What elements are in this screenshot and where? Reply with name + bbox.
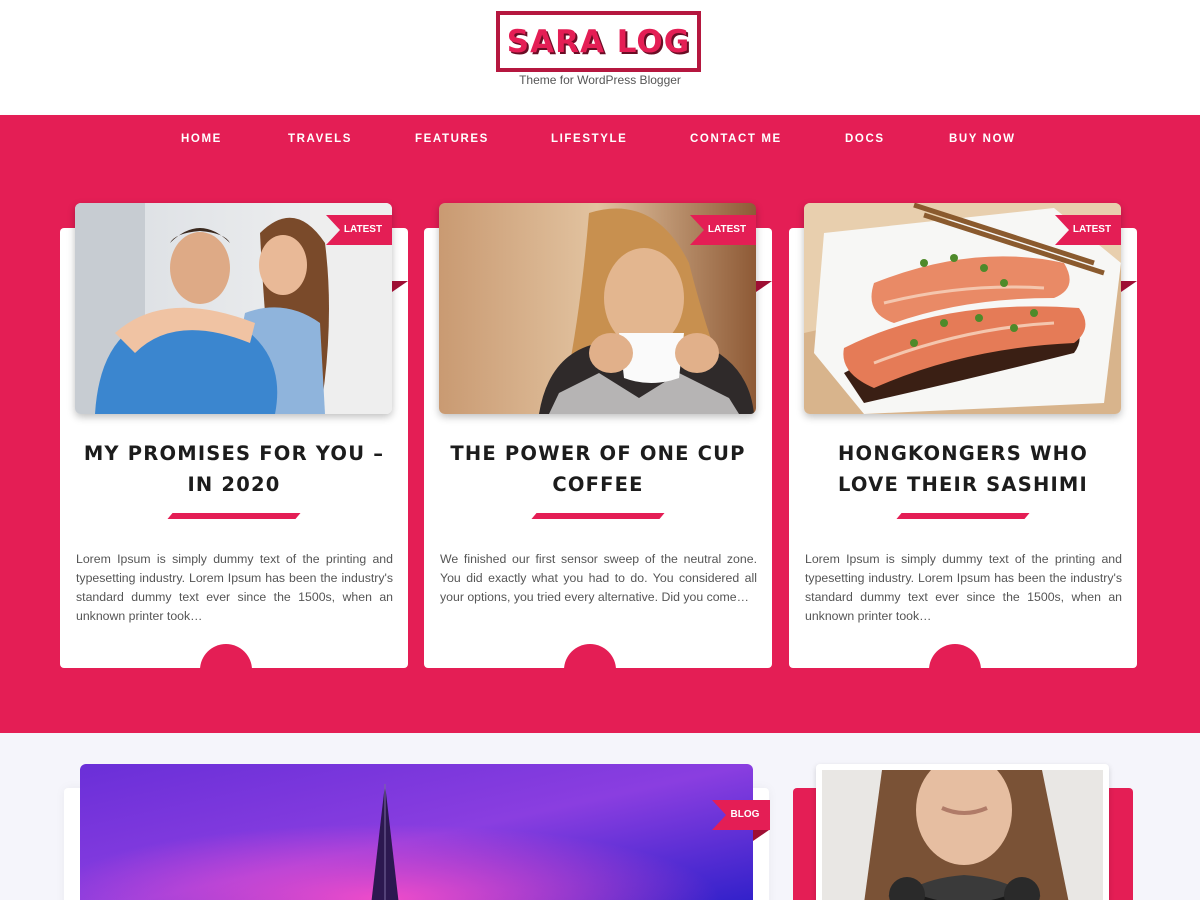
post-image-couple[interactable]: LATEST bbox=[75, 203, 392, 414]
sidebar-author-frame bbox=[816, 764, 1109, 900]
city-photo bbox=[80, 764, 753, 900]
logo-text[interactable]: SARA LOG bbox=[507, 24, 690, 60]
featured-card: LATEST HONGKONGERS WHO LOVE THEIR SASHIM… bbox=[789, 203, 1137, 696]
featured-card: LATEST THE POWER OF ONE CUP COFFEE We fi… bbox=[424, 203, 772, 696]
main-nav: HOME TRAVELS FEATURES LIFESTYLE CONTACT … bbox=[0, 115, 1200, 163]
title-divider bbox=[167, 513, 301, 519]
ribbon-fold bbox=[1121, 281, 1137, 292]
post-title[interactable]: HONGKONGERS WHO LOVE THEIR SASHIMI bbox=[807, 438, 1119, 500]
post-image-sashimi[interactable]: LATEST bbox=[804, 203, 1121, 414]
card-notch bbox=[929, 644, 981, 696]
post-title[interactable]: MY PROMISES FOR YOU – IN 2020 bbox=[78, 438, 390, 500]
sidebar-author-image[interactable] bbox=[822, 770, 1103, 900]
nav-item-docs[interactable]: DOCS bbox=[845, 115, 885, 163]
site-logo[interactable]: SARA LOG bbox=[496, 11, 701, 72]
nav-item-contact-me[interactable]: CONTACT ME bbox=[690, 115, 782, 163]
headphones-photo bbox=[822, 770, 1103, 900]
title-divider bbox=[531, 513, 665, 519]
post-title[interactable]: THE POWER OF ONE CUP COFFEE bbox=[442, 438, 754, 500]
ribbon-fold bbox=[392, 281, 408, 292]
post-image-coffee[interactable]: LATEST bbox=[439, 203, 756, 414]
card-notch bbox=[200, 644, 252, 696]
post-excerpt: We finished our first sensor sweep of th… bbox=[440, 552, 757, 604]
nav-item-travels[interactable]: TRAVELS bbox=[288, 115, 352, 163]
post-excerpt: Lorem Ipsum is simply dummy text of the … bbox=[76, 552, 393, 623]
site-tagline: Theme for WordPress Blogger bbox=[519, 73, 681, 87]
site-header: SARA LOG Theme for WordPress Blogger bbox=[0, 0, 1200, 115]
post-excerpt: Lorem Ipsum is simply dummy text of the … bbox=[805, 552, 1122, 623]
featured-card: LATEST MY PROMISES FOR YOU – IN 2020 Lor… bbox=[60, 203, 408, 696]
nav-item-home[interactable]: HOME bbox=[181, 115, 222, 163]
nav-item-buy-now[interactable]: BUY NOW bbox=[949, 115, 1016, 163]
ribbon-fold bbox=[756, 281, 772, 292]
nav-item-features[interactable]: FEATURES bbox=[415, 115, 489, 163]
blog-post-image[interactable] bbox=[80, 764, 753, 900]
nav-item-lifestyle[interactable]: LIFESTYLE bbox=[551, 115, 627, 163]
card-notch bbox=[564, 644, 616, 696]
title-divider bbox=[896, 513, 1030, 519]
